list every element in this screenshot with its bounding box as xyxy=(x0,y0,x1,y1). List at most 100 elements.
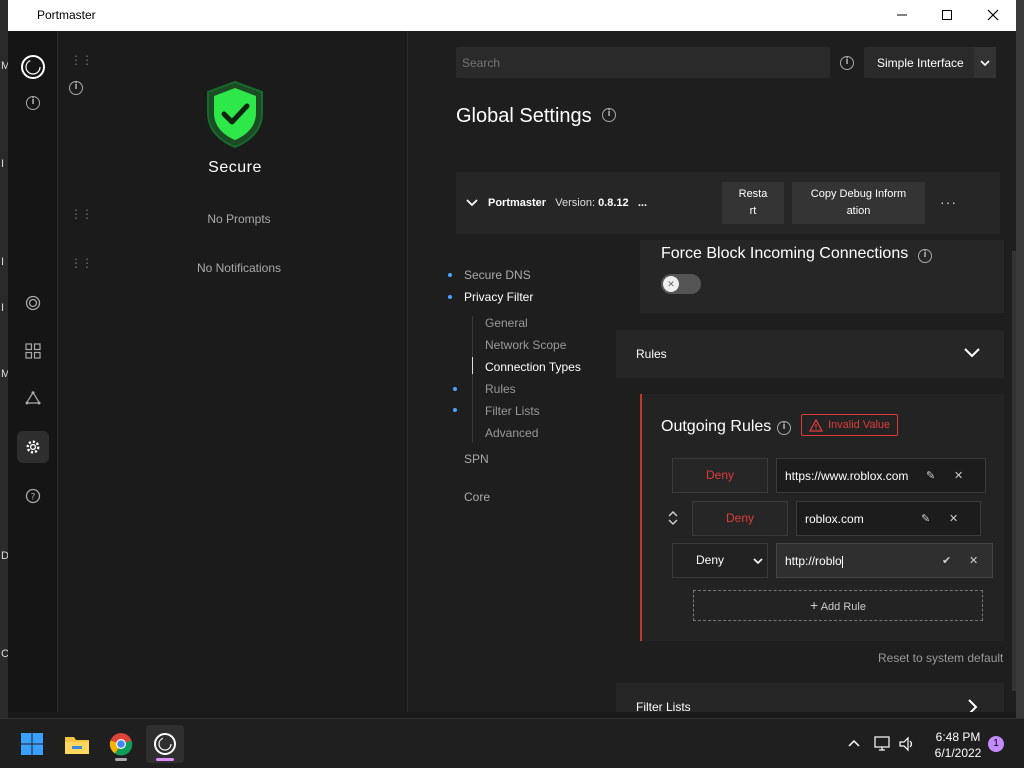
force-block-card: Force Block Incoming Connections i ✕ xyxy=(640,240,1004,313)
nav-rail: i ? xyxy=(8,31,58,712)
interface-mode-select[interactable]: Simple Interface xyxy=(864,47,996,78)
info-icon[interactable]: i xyxy=(602,108,616,122)
rail-settings-button[interactable] xyxy=(17,431,49,463)
running-indicator xyxy=(115,758,127,761)
toc-dot xyxy=(453,408,457,412)
rules-section-header[interactable]: Rules xyxy=(616,330,1004,378)
maximize-button[interactable] xyxy=(933,4,961,26)
more-options-icon[interactable]: ··· xyxy=(940,194,957,210)
reset-to-default-link[interactable]: Reset to system default xyxy=(878,651,1003,665)
rule-action-button[interactable]: Deny xyxy=(672,458,768,493)
chevron-down-icon xyxy=(974,47,996,78)
folder-icon xyxy=(65,737,89,754)
title-bar: Portmaster xyxy=(8,0,1016,31)
reorder-handle-icon[interactable] xyxy=(667,510,679,526)
interface-mode-label: Simple Interface xyxy=(877,56,964,70)
rule-value-text: https://www.roblox.com xyxy=(785,469,909,483)
restart-label-1: Resta xyxy=(738,188,768,200)
notification-badge[interactable]: 1 xyxy=(988,736,1004,752)
outgoing-rules-title: Outgoing Rules xyxy=(661,418,772,435)
toc-general[interactable]: General xyxy=(485,316,528,330)
confirm-icon[interactable]: ✔ xyxy=(942,554,951,567)
page-title: Global Settings xyxy=(456,105,592,127)
rail-info-button[interactable]: i xyxy=(17,87,49,119)
toc-rules[interactable]: Rules xyxy=(485,382,516,396)
info-icon[interactable]: i xyxy=(840,56,854,70)
network-status-icon[interactable] xyxy=(874,736,892,752)
notifications-status: No Notifications xyxy=(196,261,282,275)
gear-icon xyxy=(26,440,40,454)
chevron-down-icon xyxy=(964,348,980,358)
toc-active-indicator xyxy=(472,357,473,374)
close-button[interactable] xyxy=(979,4,1007,26)
toc-dot xyxy=(453,387,457,391)
toc-dot xyxy=(448,295,452,299)
rail-help-button[interactable]: ? xyxy=(17,480,49,512)
windows-logo-icon xyxy=(21,733,43,755)
portmaster-logo-icon xyxy=(21,55,45,79)
invalid-value-text: Invalid Value xyxy=(828,419,891,431)
rule-action-button[interactable]: Deny xyxy=(692,501,788,536)
chevron-up-icon[interactable] xyxy=(848,739,860,747)
rail-spn-button[interactable] xyxy=(17,383,49,415)
toc-secure-dns[interactable]: Secure DNS xyxy=(464,268,531,282)
chrome-icon xyxy=(109,733,133,756)
plus-icon: + xyxy=(810,597,819,613)
maximize-icon xyxy=(942,10,952,20)
copy-debug-info-button[interactable]: Copy Debug Inform ation xyxy=(792,182,925,224)
cancel-icon[interactable]: ✕ xyxy=(969,554,978,567)
desktop-right-edge xyxy=(1016,0,1024,718)
delete-icon[interactable]: ✕ xyxy=(954,469,963,482)
warning-icon xyxy=(809,419,823,432)
close-icon xyxy=(987,9,999,21)
drag-handle-icon[interactable]: ⋮⋮ xyxy=(70,54,93,66)
start-button[interactable] xyxy=(13,725,51,763)
info-icon[interactable]: i xyxy=(69,81,83,95)
toc-privacy-filter[interactable]: Privacy Filter xyxy=(464,290,533,304)
help-icon: ? xyxy=(25,488,41,504)
edit-icon[interactable]: ✎ xyxy=(921,512,930,525)
edit-icon[interactable]: ✎ xyxy=(926,469,935,482)
portmaster-taskbar-button[interactable] xyxy=(146,725,184,763)
chevron-right-icon xyxy=(968,699,978,712)
restart-button[interactable]: Resta rt xyxy=(722,182,784,224)
file-explorer-button[interactable] xyxy=(58,725,96,763)
rail-apps-button[interactable] xyxy=(17,335,49,367)
rule-action-label: Deny xyxy=(696,553,725,567)
info-icon[interactable]: i xyxy=(918,249,932,263)
minimize-button[interactable] xyxy=(888,4,916,26)
chrome-button[interactable] xyxy=(102,725,140,763)
version-label: Version: xyxy=(555,197,595,209)
toc-network-scope[interactable]: Network Scope xyxy=(485,338,566,352)
rail-monitor-button[interactable] xyxy=(17,287,49,319)
rule-value-input[interactable]: http://roblo xyxy=(776,543,993,578)
active-indicator xyxy=(156,758,174,761)
toc-filter-lists[interactable]: Filter Lists xyxy=(485,404,540,418)
search-input[interactable] xyxy=(456,47,830,78)
portmaster-window: Portmaster i ? ⋮⋮ i Secure ⋮⋮ No Prompts… xyxy=(8,0,1016,712)
toggle-off-icon: ✕ xyxy=(663,276,679,292)
filter-lists-section-header[interactable]: Filter Lists xyxy=(616,683,1004,712)
invalid-value-badge: Invalid Value xyxy=(801,414,898,436)
status-panel: ⋮⋮ i Secure ⋮⋮ No Prompts ⋮⋮ No Notifica… xyxy=(58,31,408,712)
add-rule-button[interactable]: + Add Rule xyxy=(693,590,983,621)
chevron-down-icon[interactable] xyxy=(466,198,478,208)
portmaster-logo-icon xyxy=(154,733,176,755)
delete-icon[interactable]: ✕ xyxy=(949,512,958,525)
app-name: Portmaster xyxy=(488,197,547,209)
portmaster-logo-button[interactable] xyxy=(17,51,49,83)
rule-action-select[interactable]: Deny xyxy=(672,543,768,578)
volume-icon[interactable] xyxy=(898,736,916,752)
window-title: Portmaster xyxy=(37,8,96,22)
version-info: Portmaster Version: 0.8.12 ... xyxy=(488,197,647,209)
scrollbar[interactable] xyxy=(1012,251,1016,691)
system-clock[interactable]: 6:48 PM 6/1/2022 xyxy=(928,729,988,761)
toc-core[interactable]: Core xyxy=(464,490,490,504)
prompts-status: No Prompts xyxy=(207,212,271,226)
toc-connection-types[interactable]: Connection Types xyxy=(485,360,581,374)
info-icon[interactable]: i xyxy=(777,421,791,435)
force-block-toggle[interactable]: ✕ xyxy=(661,274,701,294)
chevron-down-icon xyxy=(753,558,763,565)
toc-spn[interactable]: SPN xyxy=(464,452,489,466)
toc-advanced[interactable]: Advanced xyxy=(485,426,538,440)
